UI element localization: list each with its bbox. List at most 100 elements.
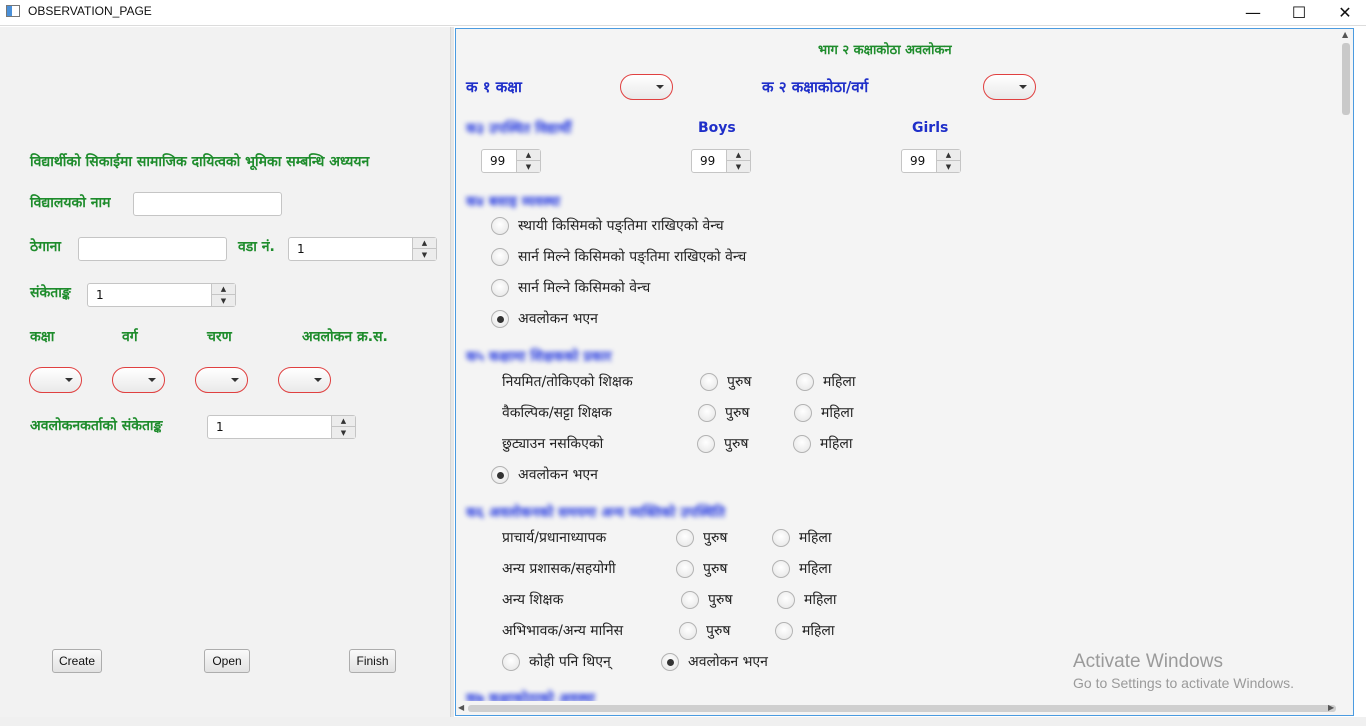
code-up-icon[interactable]: ▲ xyxy=(212,284,235,295)
close-button[interactable]: ✕ xyxy=(1322,0,1366,25)
other-teacher-male-radio[interactable] xyxy=(681,591,699,609)
scroll-left-icon[interactable]: ◀ xyxy=(458,703,464,712)
watermark-line2: Go to Settings to activate Windows. xyxy=(1073,675,1294,691)
school-name-input[interactable] xyxy=(133,192,282,216)
teacher-not-observed-label: अवलोकन भएन xyxy=(518,467,598,483)
k1-class-combo[interactable] xyxy=(620,74,673,100)
scroll-right-icon[interactable]: ▶ xyxy=(1328,703,1334,712)
parent-male-radio[interactable] xyxy=(679,622,697,640)
bench-radio-3[interactable] xyxy=(491,310,509,328)
chevron-down-icon xyxy=(148,378,156,382)
boys-label: Boys xyxy=(698,120,736,136)
boys-spinner-arrows[interactable]: ▲ ▼ xyxy=(726,150,750,172)
total-down-icon[interactable]: ▼ xyxy=(517,161,540,172)
teacher-regular-male-radio[interactable] xyxy=(700,373,718,391)
k1-class-label: क १ कक्षा xyxy=(466,78,522,96)
other-row-label: प्राचार्य/प्रधानाध्यापक xyxy=(502,530,607,546)
scroll-up-icon[interactable]: ▲ xyxy=(1342,30,1348,39)
section-combo[interactable] xyxy=(112,367,165,393)
nobody-label: कोही पनि थिएन् xyxy=(529,654,611,670)
split-divider[interactable] xyxy=(450,27,454,717)
section-title: भाग २ कक्षाकोठा अवलोकन xyxy=(818,43,952,58)
other-teacher-female-radio[interactable] xyxy=(777,591,795,609)
teacher-row-label: नियमित/तोकिएको शिक्षक xyxy=(502,374,633,390)
observer-code-spinner-arrows[interactable]: ▲ ▼ xyxy=(331,416,355,438)
bench-option-label: सार्न मिल्ने किसिमको वेन्च xyxy=(518,280,651,296)
phase-combo[interactable] xyxy=(195,367,248,393)
principal-female-radio[interactable] xyxy=(772,529,790,547)
boys-spinner[interactable]: 99 ▲ ▼ xyxy=(691,149,751,173)
code-spinner-arrows[interactable]: ▲ ▼ xyxy=(211,284,235,306)
teacher-unknown-female-radio[interactable] xyxy=(793,435,811,453)
ward-spinner[interactable]: 1 ▲ ▼ xyxy=(288,237,437,261)
teacher-substitute-female-radio[interactable] xyxy=(794,404,812,422)
girls-value[interactable]: 99 xyxy=(910,154,925,168)
vertical-scroll-thumb[interactable] xyxy=(1342,43,1350,115)
observer-code-value[interactable]: 1 xyxy=(216,420,224,434)
bench-radio-1[interactable] xyxy=(491,248,509,266)
nobody-radio[interactable] xyxy=(502,653,520,671)
ward-up-icon[interactable]: ▲ xyxy=(413,238,436,249)
total-spinner-arrows[interactable]: ▲ ▼ xyxy=(516,150,540,172)
teacher-row-label: वैकल्पिक/सट्टा शिक्षक xyxy=(502,405,612,421)
class-combo[interactable] xyxy=(29,367,82,393)
title-bar: OBSERVATION_PAGE — ☐ ✕ xyxy=(0,0,1366,26)
ward-spinner-arrows[interactable]: ▲ ▼ xyxy=(412,238,436,260)
code-down-icon[interactable]: ▼ xyxy=(212,295,235,306)
admin-male-radio[interactable] xyxy=(676,560,694,578)
male-label: पुरुष xyxy=(706,623,731,639)
maximize-button[interactable]: ☐ xyxy=(1276,0,1322,25)
boys-value[interactable]: 99 xyxy=(700,154,715,168)
obs-serial-label: अवलोकन क्र.स. xyxy=(302,329,388,345)
male-label: पुरुष xyxy=(703,561,728,577)
ward-value[interactable]: 1 xyxy=(297,242,305,256)
phase-label: चरण xyxy=(207,329,232,345)
total-value[interactable]: 99 xyxy=(490,154,505,168)
other-row-label: अन्य प्रशासक/सहयोगी xyxy=(502,561,616,577)
teacher-regular-female-radio[interactable] xyxy=(796,373,814,391)
girls-down-icon[interactable]: ▼ xyxy=(937,161,960,172)
finish-button[interactable]: Finish xyxy=(349,649,396,673)
address-input[interactable] xyxy=(78,237,227,261)
admin-female-radio[interactable] xyxy=(772,560,790,578)
obs-serial-combo[interactable] xyxy=(278,367,331,393)
others-not-observed-radio[interactable] xyxy=(661,653,679,671)
bench-radio-2[interactable] xyxy=(491,279,509,297)
observation-form-panel[interactable]: भाग २ कक्षाकोठा अवलोकन क १ कक्षा क २ कक्… xyxy=(455,28,1354,716)
girls-spinner[interactable]: 99 ▲ ▼ xyxy=(901,149,961,173)
bench-radio-0[interactable] xyxy=(491,217,509,235)
male-label: पुरुष xyxy=(727,374,752,390)
ward-down-icon[interactable]: ▼ xyxy=(413,249,436,260)
female-label: महिला xyxy=(799,561,832,577)
observer-up-icon[interactable]: ▲ xyxy=(332,416,355,427)
teacher-unknown-male-radio[interactable] xyxy=(697,435,715,453)
total-spinner[interactable]: 99 ▲ ▼ xyxy=(481,149,541,173)
vertical-scrollbar[interactable]: ▲ xyxy=(1339,29,1353,701)
address-label: ठेगाना xyxy=(30,239,62,255)
observer-down-icon[interactable]: ▼ xyxy=(332,427,355,438)
seating-label: क४ बसाइ व्यवस्था xyxy=(466,194,561,210)
teacher-not-observed-radio[interactable] xyxy=(491,466,509,484)
code-spinner[interactable]: 1 ▲ ▼ xyxy=(87,283,236,307)
horizontal-scroll-thumb[interactable] xyxy=(468,705,1336,712)
total-up-icon[interactable]: ▲ xyxy=(517,150,540,161)
principal-male-radio[interactable] xyxy=(676,529,694,547)
parent-female-radio[interactable] xyxy=(775,622,793,640)
girls-up-icon[interactable]: ▲ xyxy=(937,150,960,161)
others-not-observed-label: अवलोकन भएन xyxy=(688,654,768,670)
observer-code-spinner[interactable]: 1 ▲ ▼ xyxy=(207,415,356,439)
boys-down-icon[interactable]: ▼ xyxy=(727,161,750,172)
bottom-strip xyxy=(0,717,1366,726)
left-panel: विद्यार्थीको सिकाईमा सामाजिक दायित्वको भ… xyxy=(0,27,450,717)
k2-room-combo[interactable] xyxy=(983,74,1036,100)
horizontal-scrollbar[interactable]: ◀ ▶ xyxy=(456,701,1353,715)
watermark-line1: Activate Windows xyxy=(1073,651,1223,672)
open-button[interactable]: Open xyxy=(204,649,250,673)
code-value[interactable]: 1 xyxy=(96,288,104,302)
girls-spinner-arrows[interactable]: ▲ ▼ xyxy=(936,150,960,172)
school-name-label: विद्यालयको नाम xyxy=(30,195,111,211)
minimize-button[interactable]: — xyxy=(1230,0,1276,25)
create-button[interactable]: Create xyxy=(52,649,102,673)
teacher-substitute-male-radio[interactable] xyxy=(698,404,716,422)
boys-up-icon[interactable]: ▲ xyxy=(727,150,750,161)
